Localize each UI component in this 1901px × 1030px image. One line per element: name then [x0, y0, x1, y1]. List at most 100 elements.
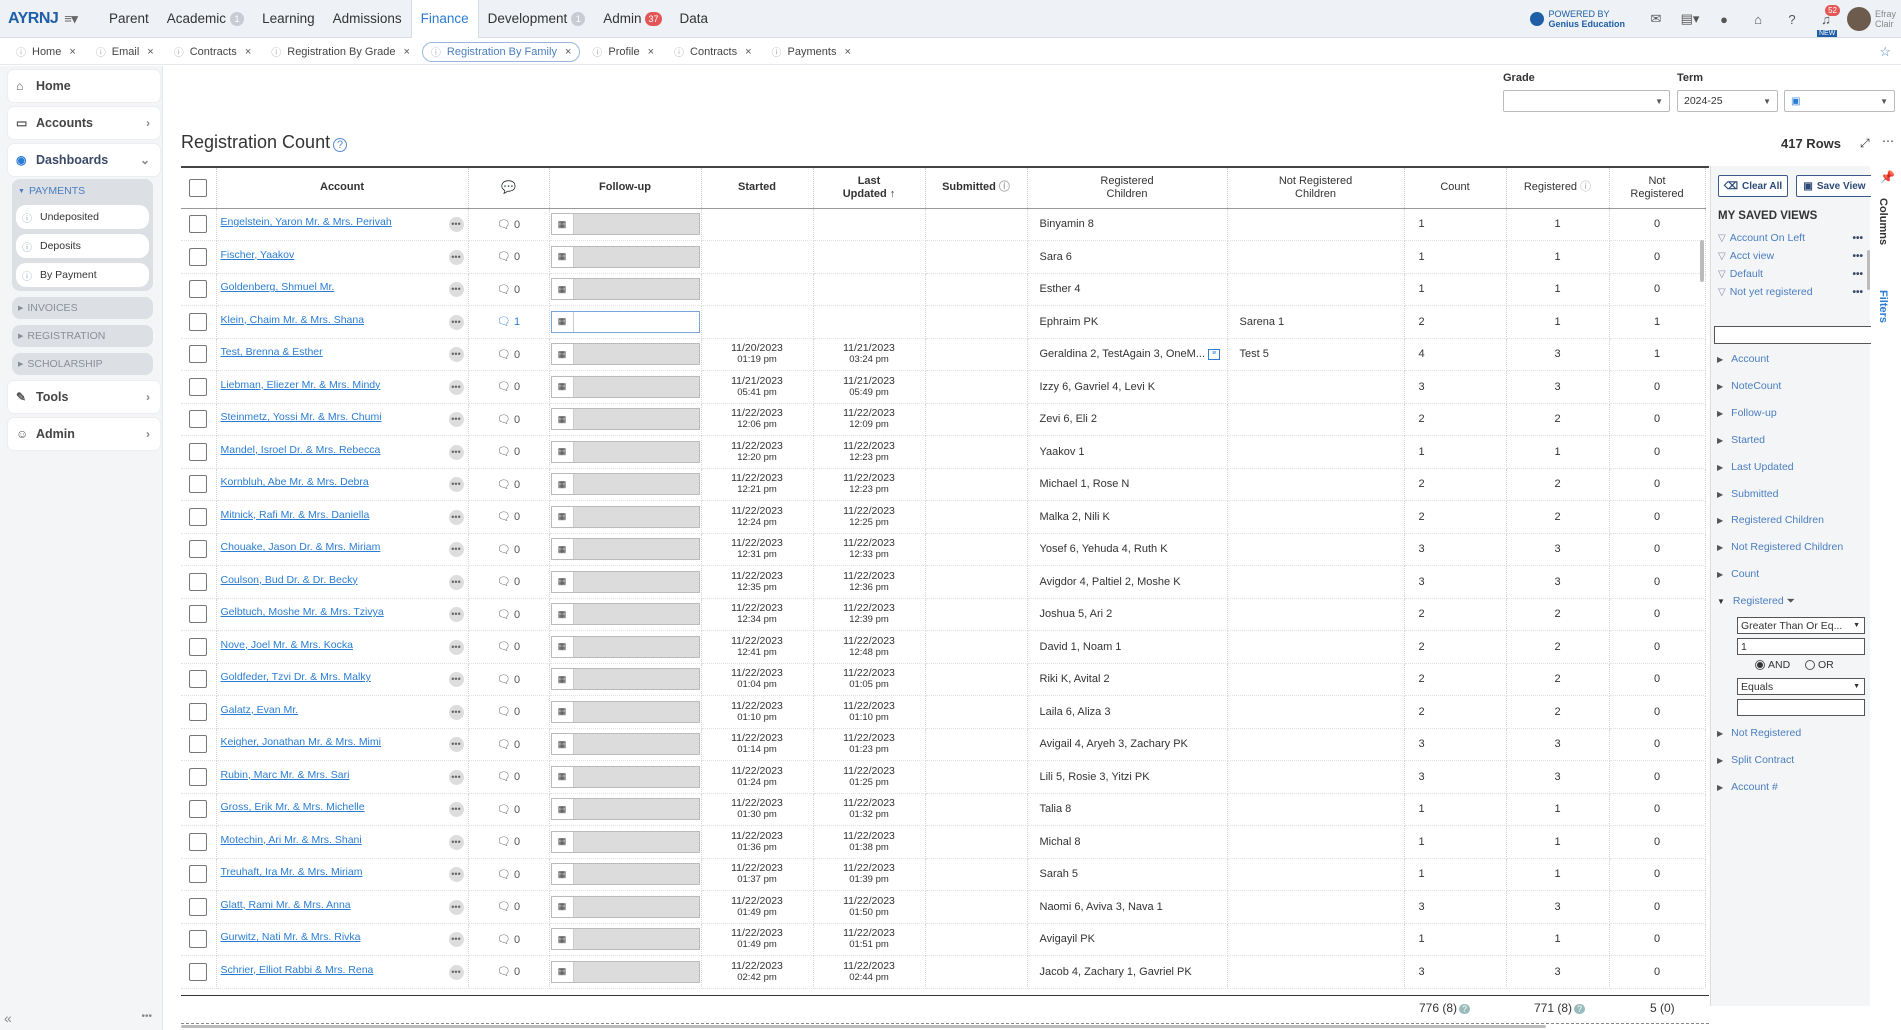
account-link[interactable]: Keigher, Jonathan Mr. & Mrs. Mimi [217, 736, 381, 748]
app-logo[interactable]: AYRNJ ≡▾ [0, 0, 92, 38]
account-link[interactable]: Engelstein, Yaron Mr. & Mrs. Perivah [217, 216, 392, 228]
column-item-submitted[interactable]: ▶ Submitted [1717, 488, 1778, 500]
table-row[interactable]: Keigher, Jonathan Mr. & Mrs. Mimi ••• 🗨 0 ▦… [181, 728, 1706, 761]
row-checkbox[interactable] [189, 897, 208, 916]
more-icon[interactable]: ••• [1852, 233, 1863, 244]
notes-cell[interactable]: 🗨 0 [468, 858, 550, 891]
lock-icon[interactable]: ⌂ [1741, 0, 1775, 38]
nav-item-finance[interactable]: Finance [410, 0, 479, 38]
more-icon[interactable]: ••• [1852, 287, 1863, 298]
row-checkbox[interactable] [189, 865, 208, 884]
followup-date-input[interactable]: ▦ [550, 505, 700, 528]
calendar-icon[interactable]: ▦ [551, 636, 574, 657]
help-icon[interactable]: ? [333, 138, 348, 152]
calendar-icon[interactable]: ▦ [551, 604, 574, 625]
account-link[interactable]: Gurwitz, Nati Mr. & Mrs. Rivka [217, 931, 361, 943]
notes-cell[interactable]: 🗨 0 [468, 338, 550, 371]
pin-icon[interactable]: 📌 [1880, 170, 1895, 184]
more-icon[interactable]: ••• [1852, 251, 1863, 262]
nav-item-parent[interactable]: Parent [100, 0, 158, 38]
column-header-last-updated[interactable]: Last Updated ↑ [813, 168, 926, 209]
expand-icon[interactable]: ⤢ [1860, 136, 1870, 151]
save-view-button[interactable]: ▣ Save View [1796, 175, 1873, 197]
row-checkbox[interactable] [189, 637, 208, 656]
calendar-icon[interactable]: ▦ [551, 734, 574, 755]
followup-date-input[interactable]: ▦ [550, 408, 700, 431]
or-radio[interactable]: OR [1805, 659, 1834, 671]
table-row[interactable]: Engelstein, Yaron Mr. & Mrs. Perivah ••• 🗨… [181, 208, 1706, 241]
row-checkbox[interactable] [189, 377, 208, 396]
row-checkbox[interactable] [189, 702, 208, 721]
table-row[interactable]: Goldfeder, Tzvi Dr. & Mrs. Malky ••• 🗨 0 ▦ 1… [181, 663, 1706, 696]
notes-cell[interactable]: 🗨 0 [468, 695, 550, 729]
account-link[interactable]: Rubin, Marc Mr. & Mrs. Sari [217, 769, 350, 781]
notes-cell[interactable]: 🗨 0 [468, 663, 550, 696]
close-icon[interactable]: × [147, 46, 153, 58]
more-icon[interactable]: ••• [448, 867, 464, 883]
calendar-icon[interactable]: ▦ [551, 669, 574, 690]
table-row[interactable]: Mandel, Isroel Dr. & Mrs. Rebecca ••• 🗨 0 ▦… [181, 435, 1706, 469]
account-link[interactable]: Gross, Erik Mr. & Mrs. Michelle [217, 801, 365, 813]
sidebar-group-invoices[interactable]: ▶ INVOICES [12, 297, 153, 319]
column-item-notecount[interactable]: ▶ NoteCount [1717, 380, 1781, 392]
close-icon[interactable]: × [245, 46, 251, 58]
followup-date-input[interactable]: ▦ [550, 278, 700, 301]
nav-item-development[interactable]: Development 1 [479, 0, 595, 38]
more-icon[interactable]: ••• [448, 834, 464, 850]
row-checkbox[interactable] [189, 800, 208, 819]
notes-cell[interactable]: 🗨 0 [468, 435, 550, 469]
more-icon[interactable]: ⋯ [1882, 134, 1894, 148]
menu-icon[interactable]: ≡▾ [64, 11, 78, 27]
tab-email[interactable]: ⓘ Email × [88, 42, 162, 62]
notes-cell[interactable]: 🗨 0 [468, 370, 550, 404]
column-header-not-registered[interactable]: Not Registered [1609, 168, 1706, 209]
saved-view-item[interactable]: ▽ Acct view ••• [1718, 250, 1863, 262]
row-checkbox[interactable] [189, 215, 208, 234]
notes-cell[interactable]: 🗨 0 [468, 240, 550, 274]
notes-cell[interactable]: 🗨 0 [468, 630, 550, 664]
account-link[interactable]: Goldenberg, Shmuel Mr. [217, 281, 335, 293]
account-link[interactable]: Gelbtuch, Moshe Mr. & Mrs. Tzivya [217, 606, 384, 618]
table-row[interactable]: Test, Brenna & Esther ••• 🗨 0 ▦ 11/20/2023 01… [181, 338, 1706, 371]
column-item-last-updated[interactable]: ▶ Last Updated [1717, 461, 1794, 473]
account-link[interactable]: Coulson, Bud Dr. & Dr. Becky [217, 574, 358, 586]
more-icon[interactable]: ••• [1852, 269, 1863, 280]
notes-cell[interactable]: 🗨 0 [468, 565, 550, 599]
followup-date-input[interactable]: ▦ [550, 310, 700, 333]
account-link[interactable]: Liebman, Eliezer Mr. & Mrs. Mindy [217, 379, 381, 391]
nav-item-learning[interactable]: Learning [253, 0, 324, 38]
followup-date-input[interactable]: ▦ [550, 928, 700, 951]
more-icon[interactable]: ••• [448, 802, 464, 818]
sidebar-item-deposits[interactable]: ⓘ Deposits [16, 234, 149, 258]
column-item-split-contract[interactable]: ▶ Split Contract [1717, 754, 1794, 766]
grade-select[interactable]: ▼ [1503, 90, 1670, 112]
column-item-started[interactable]: ▶ Started [1717, 434, 1765, 446]
calendar-icon[interactable]: ▦ [551, 571, 574, 592]
saved-view-item[interactable]: ▽ Not yet registered ••• [1718, 286, 1863, 298]
column-header-registered[interactable]: Registered ⓘ [1506, 168, 1610, 209]
table-row[interactable]: Chouake, Jason Dr. & Mrs. Miriam ••• 🗨 0 ▦ 1… [181, 533, 1706, 566]
followup-date-input[interactable]: ▦ [550, 245, 700, 268]
account-link[interactable]: Kornbluh, Abe Mr. & Mrs. Debra [217, 476, 369, 488]
table-row[interactable]: Klein, Chaim Mr. & Mrs. Shana ••• 🗨 1 ▦ Ephr… [181, 305, 1706, 339]
more-icon[interactable]: ••• [448, 412, 464, 428]
followup-date-input[interactable]: ▦ [550, 700, 700, 723]
calendar-icon[interactable]: ▦ [551, 279, 574, 300]
more-icon[interactable]: ••• [448, 444, 464, 460]
account-link[interactable]: Motechin, Ari Mr. & Mrs. Shani [217, 834, 362, 846]
term-select[interactable]: 2024-25 ▼ [1677, 90, 1778, 112]
notes-cell[interactable]: 🗨 0 [468, 890, 550, 924]
followup-date-input[interactable]: ▦ [550, 960, 700, 983]
sidebar-item-accounts[interactable]: ▭ Accounts › [8, 107, 160, 139]
sidebar-item-tools[interactable]: ✎ Tools › [8, 381, 160, 413]
sidebar-item-undeposited[interactable]: ⓘ Undeposited [16, 205, 149, 229]
table-row[interactable]: Steinmetz, Yossi Mr. & Mrs. Chumi ••• 🗨 0 ▦… [181, 403, 1706, 436]
more-icon[interactable]: ••• [448, 574, 464, 590]
notes-cell[interactable]: 🗨 0 [468, 923, 550, 956]
row-checkbox[interactable] [189, 930, 208, 949]
calendar-icon[interactable]: ▦ [551, 376, 574, 397]
followup-date-input[interactable]: ▦ [550, 830, 700, 853]
horizontal-scrollbar[interactable] [181, 1025, 1546, 1028]
column-item-count[interactable]: ▶ Count [1717, 568, 1759, 580]
more-icon[interactable]: ••• [448, 964, 464, 980]
